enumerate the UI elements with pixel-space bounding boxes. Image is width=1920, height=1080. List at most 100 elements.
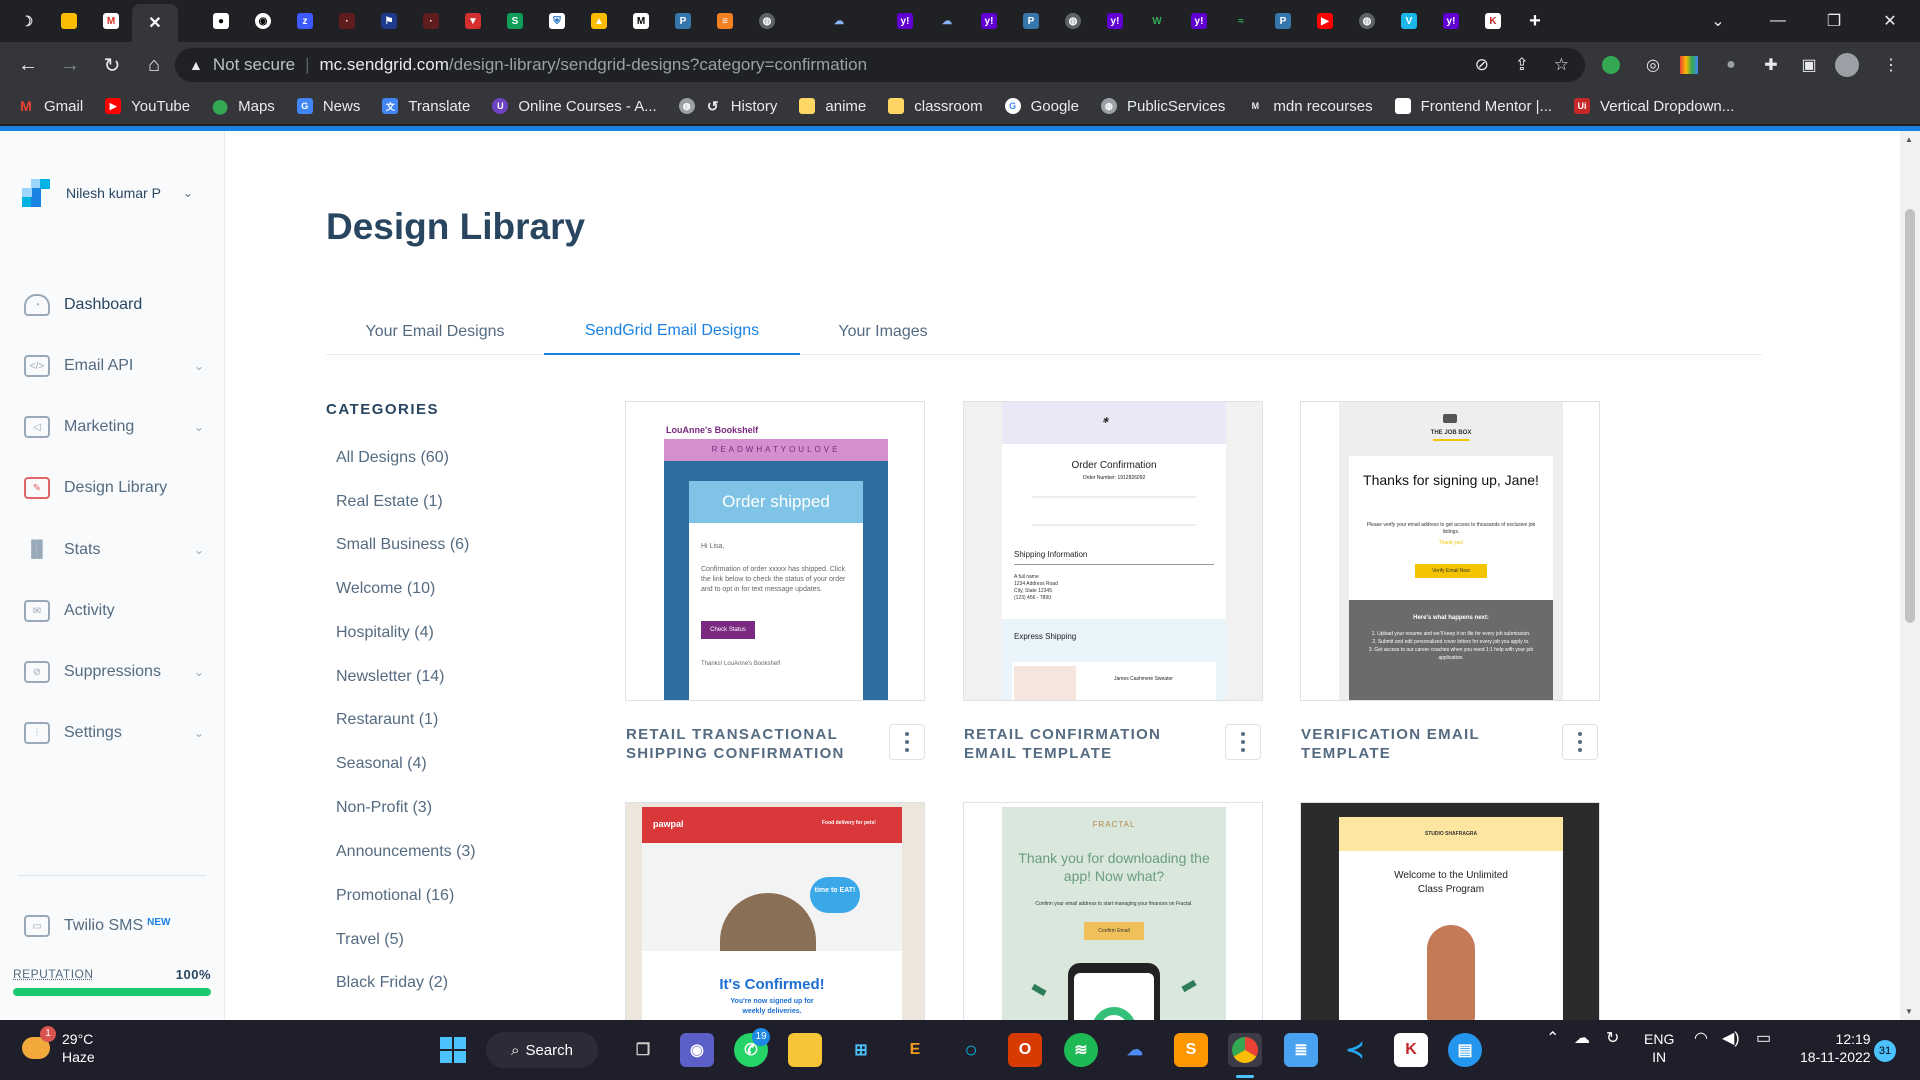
category-item[interactable]: Seasonal (4) [336,755,427,773]
tab[interactable]: ⚑ [368,4,410,38]
tab[interactable]: P [1262,4,1304,38]
tab-your-images[interactable]: Your Images [800,309,966,355]
notepad-icon[interactable]: ≣ [1284,1033,1318,1067]
maximize-icon[interactable]: ❐ [1806,0,1862,42]
tab[interactable] [48,4,90,38]
back-icon[interactable]: ← [10,47,46,83]
eye-off-icon[interactable]: ⊘ [1475,55,1489,75]
bookmark-classroom[interactable]: classroom [888,98,983,115]
new-tab-button[interactable]: + [1514,4,1556,38]
tray-chevron-icon[interactable]: ⌃ [1546,1030,1559,1048]
bookmark-gmail[interactable]: M Gmail [18,98,83,115]
category-item[interactable]: Real Estate (1) [336,493,443,511]
design-card-retail-shipping[interactable]: LouAnne's Bookshelf READWHATYOULOVE Orde… [625,401,925,701]
tab-your-email-designs[interactable]: Your Email Designs [326,309,544,355]
card-menu-button[interactable] [889,724,925,760]
design-card-fractal[interactable]: FRACTAL Thank you for downloading the ap… [963,802,1263,1020]
sidebar-item-suppressions[interactable]: ⊘ Suppressions ⌄ [24,657,214,687]
tab[interactable]: W [1136,4,1178,38]
tab[interactable]: ● [200,4,242,38]
language-indicator[interactable]: ENG IN [1644,1030,1674,1066]
design-card-studio[interactable]: STUDIO SHAFRAGRA Welcome to the Unlimite… [1300,802,1600,1020]
tab[interactable]: ◍ [746,4,788,38]
puzzle-icon[interactable]: ✚ [1758,52,1784,78]
tab-active[interactable]: ✕ [132,4,178,42]
sidepanel-icon[interactable]: ▣ [1796,52,1822,78]
tab[interactable]: ⛨ [536,4,578,38]
bookmark-maps[interactable]: ⬤ Maps [212,98,275,115]
category-item[interactable]: Promotional (16) [336,887,454,905]
spotify-icon[interactable]: ≋ [1064,1033,1098,1067]
tab[interactable]: P [662,4,704,38]
share-icon[interactable]: ⇪ [1515,55,1529,75]
bookmark-history[interactable]: ↺ History [705,98,778,115]
category-item[interactable]: Hospitality (4) [336,624,434,642]
tab[interactable]: ◍ [1052,4,1094,38]
chrome-icon[interactable] [1228,1033,1262,1067]
tab[interactable]: y! [884,4,926,38]
tab[interactable]: ☁ [926,4,968,38]
user-menu[interactable]: Nilesh kumar P ⌄ [22,179,193,207]
tab[interactable]: z [284,4,326,38]
sync-icon[interactable]: ↻ [1606,1030,1619,1048]
bookmark-globe[interactable]: ◍ [678,98,695,114]
bookmark-publicservices[interactable]: ◍ PublicServices [1100,98,1225,115]
category-item[interactable]: Newsletter (14) [336,668,444,686]
bookmark-frontendmentor[interactable]: Frontend Mentor |... [1394,98,1552,115]
volume-icon[interactable]: ◀) [1722,1030,1740,1048]
bookmark-dropdown[interactable]: Ui Vertical Dropdown... [1574,98,1734,115]
extension-icon[interactable] [1598,52,1624,78]
notification-badge[interactable]: 31 [1874,1040,1896,1062]
bookmark-translate[interactable]: 文 Translate [382,98,470,115]
tab[interactable]: y! [1094,4,1136,38]
design-card-retail-confirmation[interactable]: ✱ Order Confirmation Order Number: 19128… [963,401,1263,701]
design-card-pawpal[interactable]: pawpal Food delivery for pets! time to E… [625,802,925,1020]
tab[interactable]: ≈ [1220,4,1262,38]
sidebar-item-marketing[interactable]: ◁ Marketing ⌄ [24,412,214,442]
category-item[interactable]: Small Business (6) [336,536,469,554]
tab[interactable]: K [1472,4,1514,38]
weather-widget[interactable]: 1 29°C Haze [22,1026,95,1066]
minimize-icon[interactable]: — [1750,0,1806,42]
tab[interactable]: M [620,4,662,38]
category-item[interactable]: Black Friday (2) [336,974,448,992]
bookmark-courses[interactable]: U Online Courses - A... [492,98,657,115]
app-k-icon[interactable]: K [1394,1033,1428,1067]
extension-icon[interactable]: ◎ [1640,52,1666,78]
page-scrollbar[interactable]: ▲ ▼ [1900,131,1920,1020]
windows-start-icon[interactable] [436,1033,470,1067]
file-explorer-icon[interactable] [788,1033,822,1067]
sidebar-item-twilio-sms[interactable]: ▭ Twilio SMS NEW [24,911,214,941]
tab[interactable]: M [90,4,132,38]
tab-sendgrid-email-designs[interactable]: SendGrid Email Designs [544,309,800,355]
scrollbar-thumb[interactable] [1905,209,1915,623]
tab[interactable]: y! [1430,4,1472,38]
tab[interactable]: ☽ [6,4,48,38]
forward-icon[interactable]: → [52,47,88,83]
vscode-icon[interactable]: ≺ [1338,1033,1372,1067]
tab[interactable]: ≡ [704,4,746,38]
docker-icon[interactable]: ▤ [1448,1033,1482,1067]
sidebar-item-stats[interactable]: ▐▌ Stats ⌄ [24,535,214,565]
tab[interactable]: · [326,4,368,38]
scroll-up-icon[interactable]: ▲ [1905,135,1913,144]
category-item[interactable]: All Designs (60) [336,449,449,467]
tab[interactable]: y! [1178,4,1220,38]
bookmark-youtube[interactable]: ▶ YouTube [105,98,190,115]
tab[interactable]: · [410,4,452,38]
sublime-icon[interactable]: S [1174,1033,1208,1067]
teams-chat-icon[interactable]: ◉ [680,1033,714,1067]
extension-icon[interactable]: ● [1718,52,1744,78]
tab[interactable]: V [1388,4,1430,38]
taskbar-search[interactable]: ⌕ Search [486,1032,598,1068]
tab[interactable]: S [494,4,536,38]
sidebar-item-email-api[interactable]: </> Email API ⌄ [24,351,214,381]
category-item[interactable]: Non-Profit (3) [336,799,432,817]
menu-icon[interactable]: ⋮ [1878,52,1904,78]
avatar[interactable] [1834,52,1860,78]
bookmark-mdn[interactable]: Mmdn recourses [1247,98,1373,115]
tab[interactable]: ◉ [242,4,284,38]
tab-search-icon[interactable]: ⌄ [1690,0,1746,42]
address-bar[interactable]: ▲ Not secure | mc.sendgrid.com /design-l… [175,48,1585,82]
bookmark-google[interactable]: G Google [1004,98,1079,115]
